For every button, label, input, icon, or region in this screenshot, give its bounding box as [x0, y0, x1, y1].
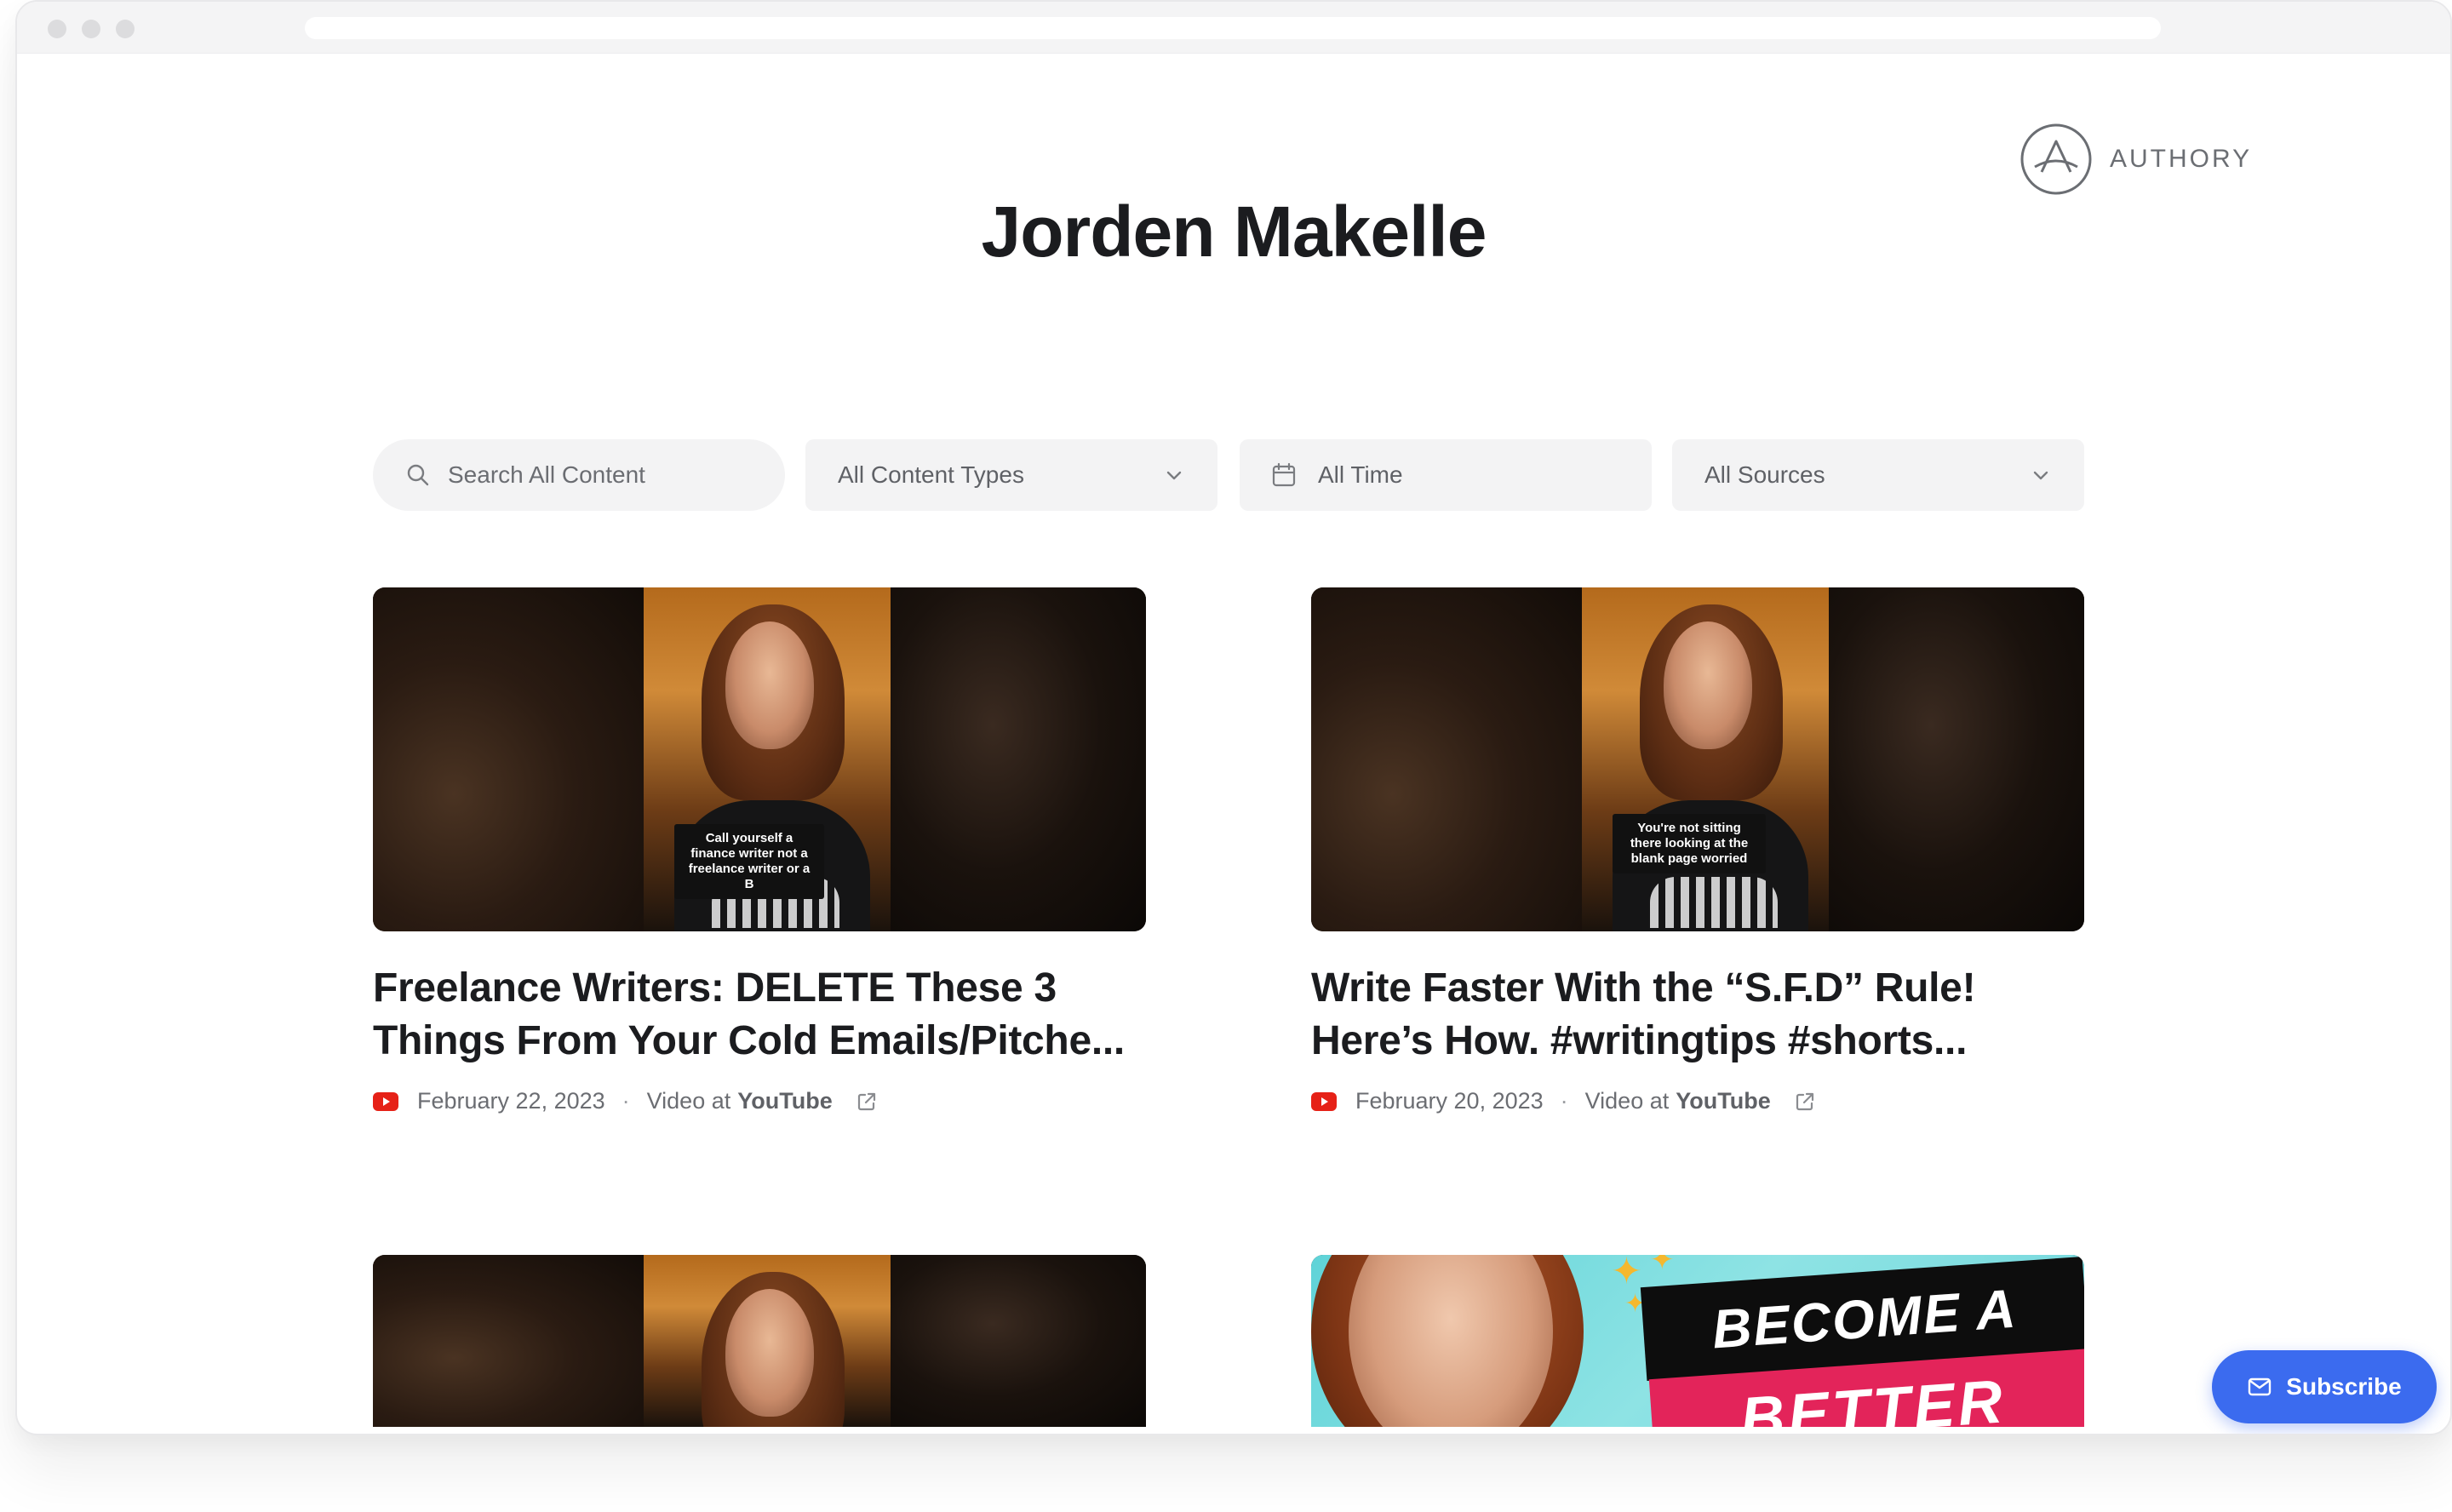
external-link-icon[interactable] — [1793, 1090, 1817, 1114]
meta-separator: · — [622, 1088, 630, 1114]
time-range-select[interactable]: All Time — [1240, 439, 1652, 511]
card-type: Video at — [646, 1088, 731, 1114]
content-card[interactable]: Call yourself a finance writer not a fre… — [373, 587, 1146, 1114]
video-thumbnail[interactable]: You're not sitting there looking at the … — [1311, 587, 2084, 931]
card-title[interactable]: Write Faster With the “S.F.D” Rule! Here… — [1311, 962, 2084, 1068]
card-meta: February 22, 2023 · Video at YouTube — [373, 1088, 1146, 1114]
video-thumbnail[interactable]: Call yourself a finance writer not a fre… — [373, 587, 1146, 931]
mail-icon — [2249, 1377, 2272, 1396]
window-close-dot[interactable] — [48, 20, 66, 38]
video-caption: Call yourself a finance writer not a fre… — [674, 824, 824, 899]
address-bar[interactable] — [305, 17, 2161, 39]
search-icon — [407, 464, 429, 486]
search-input[interactable] — [446, 461, 756, 490]
content-types-value: All Content Types — [838, 461, 1024, 488]
subscribe-button[interactable]: Subscribe — [2212, 1350, 2437, 1423]
window-minimize-dot[interactable] — [82, 20, 100, 38]
video-thumbnail[interactable]: ✦ ✦ ✦ BECOME A BETTER — [1311, 1255, 2084, 1427]
external-link-icon[interactable] — [855, 1090, 879, 1114]
card-meta: February 20, 2023 · Video at YouTube — [1311, 1088, 2084, 1114]
content-types-select[interactable]: All Content Types — [805, 439, 1217, 511]
search-field[interactable] — [373, 439, 785, 511]
card-source[interactable]: YouTube — [1676, 1088, 1770, 1114]
sparkle-icon: ✦ — [1611, 1255, 1642, 1292]
page-title: Jorden Makelle — [981, 192, 1487, 272]
browser-window: AUTHORY Jorden Makelle All Content Types… — [15, 0, 2452, 1435]
sparkle-icon: ✦ — [1650, 1255, 1675, 1276]
time-range-value: All Time — [1318, 461, 1403, 488]
calendar-icon — [1272, 462, 1296, 487]
sources-value: All Sources — [1704, 461, 1825, 488]
window-zoom-dot[interactable] — [116, 20, 135, 38]
chevron-down-icon — [1166, 471, 1182, 480]
card-title[interactable]: Freelance Writers: DELETE These 3 Things… — [373, 962, 1146, 1068]
subscribe-label: Subscribe — [2286, 1373, 2402, 1400]
meta-separator: · — [1560, 1088, 1568, 1114]
authory-a-circle-icon — [2020, 123, 2092, 195]
video-thumbnail[interactable] — [373, 1255, 1146, 1427]
card-date: February 20, 2023 — [1355, 1088, 1544, 1114]
youtube-icon — [1311, 1091, 1337, 1111]
brand-name: AUTHORY — [2110, 145, 2253, 173]
card-source[interactable]: YouTube — [737, 1088, 832, 1114]
chevron-down-icon — [2033, 471, 2048, 480]
content-card[interactable]: You're not sitting there looking at the … — [1311, 587, 2084, 1114]
video-caption: You're not sitting there looking at the … — [1613, 814, 1766, 873]
sources-select[interactable]: All Sources — [1672, 439, 2084, 511]
content-card[interactable]: ✦ ✦ ✦ BECOME A BETTER — [1311, 1255, 2084, 1427]
brand-logo[interactable]: AUTHORY — [2019, 121, 2252, 198]
youtube-icon — [373, 1091, 398, 1111]
browser-titlebar — [17, 2, 2450, 54]
card-date: February 22, 2023 — [417, 1088, 605, 1114]
content-card[interactable] — [373, 1255, 1146, 1427]
card-type: Video at — [1584, 1088, 1670, 1114]
